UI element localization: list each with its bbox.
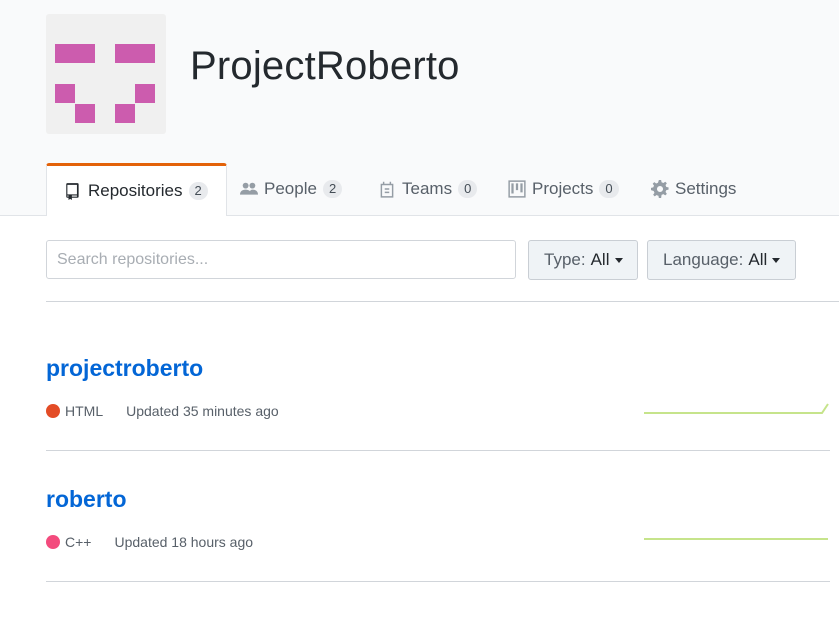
tab-projects[interactable]: Projects 0: [508, 163, 619, 215]
teams-icon: [378, 180, 396, 198]
repo-meta: C++ Updated 18 hours ago: [46, 534, 253, 550]
org-name: ProjectRoberto: [190, 44, 460, 88]
divider: [46, 581, 830, 582]
tab-people[interactable]: People 2: [240, 163, 343, 215]
tab-label: People: [264, 179, 317, 198]
people-count-badge: 2: [322, 180, 343, 198]
language-filter-dropdown[interactable]: Language: All: [647, 240, 796, 280]
repo-meta: HTML Updated 35 minutes ago: [46, 403, 279, 419]
people-icon: [240, 180, 258, 198]
tab-repositories[interactable]: Repositories 2: [46, 163, 227, 216]
gear-icon: [651, 180, 669, 198]
language-color-dot: [46, 404, 60, 418]
repo-count-badge: 2: [188, 182, 208, 200]
tab-label: Projects: [532, 179, 594, 198]
language-filter-value: All: [748, 250, 768, 269]
project-icon: [508, 180, 526, 198]
type-filter-label: Type:: [544, 250, 586, 269]
caret-down-icon: [772, 257, 781, 263]
activity-sparkline: [644, 538, 828, 540]
repo-language: HTML: [65, 403, 104, 419]
divider: [46, 450, 830, 451]
tab-label: Repositories: [88, 181, 183, 200]
type-filter-dropdown[interactable]: Type: All: [528, 240, 638, 280]
repo-updated: Updated 35 minutes ago: [126, 403, 279, 419]
language-filter-label: Language:: [663, 250, 744, 269]
caret-down-icon: [614, 257, 623, 263]
search-repositories-input[interactable]: [46, 240, 516, 279]
type-filter-value: All: [590, 250, 610, 269]
tab-settings[interactable]: Settings: [651, 163, 736, 215]
projects-count-badge: 0: [599, 180, 619, 198]
tab-teams[interactable]: Teams 0: [378, 163, 478, 215]
tab-label: Settings: [675, 179, 737, 198]
repo-link-projectroberto[interactable]: projectroberto: [46, 355, 203, 382]
repo-updated: Updated 18 hours ago: [114, 534, 254, 550]
teams-count-badge: 0: [458, 180, 478, 198]
repo-icon: [64, 182, 82, 200]
activity-sparkline: [644, 403, 829, 414]
language-color-dot: [46, 535, 60, 549]
org-avatar: [46, 14, 166, 134]
repo-language: C++: [65, 534, 92, 550]
tab-label: Teams: [402, 179, 453, 198]
repo-link-roberto[interactable]: roberto: [46, 486, 127, 513]
divider: [46, 301, 839, 302]
